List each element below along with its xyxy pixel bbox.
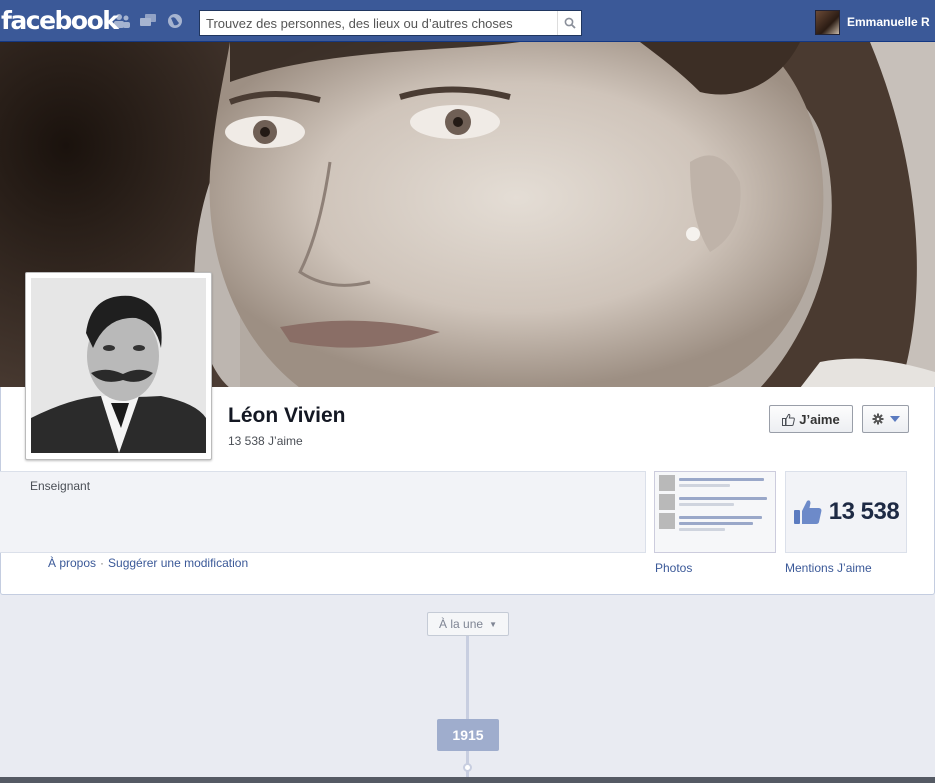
search-button[interactable] <box>557 11 581 35</box>
friend-requests-icon[interactable] <box>113 13 131 29</box>
user-profile-link[interactable]: Emmanuelle R <box>815 9 930 35</box>
notifications-globe-icon[interactable] <box>166 13 184 29</box>
page-settings-dropdown[interactable] <box>862 405 909 433</box>
likes-total: 13 538 <box>828 498 900 525</box>
thumbs-up-icon <box>782 413 796 426</box>
bottom-strip <box>0 777 935 783</box>
profile-portrait-image <box>31 278 206 453</box>
link-separator: · <box>100 556 105 570</box>
user-avatar <box>815 9 840 35</box>
timeline-filter-label: À la une <box>439 617 484 631</box>
likes-label[interactable]: Mentions J’aime <box>785 561 872 575</box>
like-button[interactable]: J’aime <box>769 405 853 433</box>
timeline-spine <box>466 630 469 783</box>
timeline-filter-dropdown[interactable]: À la une ▼ <box>427 612 509 636</box>
page-category: Enseignant <box>30 479 91 493</box>
profile-picture[interactable] <box>25 272 212 460</box>
timeline-dot <box>463 763 472 772</box>
top-bar: facebook Emmanuelle R <box>0 0 935 42</box>
search-input[interactable] <box>200 11 555 35</box>
gear-icon <box>872 413 883 425</box>
big-thumbs-up-icon <box>793 500 822 524</box>
user-name: Emmanuelle R <box>847 15 930 29</box>
photo-thumb-row <box>659 475 771 491</box>
likes-tile[interactable]: 13 538 <box>785 471 907 553</box>
about-link[interactable]: À propos <box>48 556 96 570</box>
photos-tile[interactable] <box>654 471 776 553</box>
caret-down-icon: ▼ <box>489 619 497 629</box>
about-box <box>0 471 646 553</box>
suggest-edit-link[interactable]: Suggérer une modification <box>108 556 248 570</box>
timeline-year-marker[interactable]: 1915 <box>437 719 499 751</box>
page-likes-count[interactable]: 13 538 J’aime <box>228 434 303 448</box>
like-button-label: J’aime <box>799 411 840 427</box>
about-links: À propos · Suggérer une modification <box>48 556 248 570</box>
photos-label[interactable]: Photos <box>655 561 692 575</box>
chevron-down-icon <box>889 415 900 422</box>
search-icon <box>564 17 576 29</box>
photo-thumb-row <box>659 494 771 510</box>
photo-thumb-row <box>659 513 771 531</box>
search-box <box>199 10 582 36</box>
page-name: Léon Vivien <box>228 404 346 427</box>
facebook-logo[interactable]: facebook <box>1 6 119 35</box>
messages-icon[interactable] <box>139 13 157 29</box>
